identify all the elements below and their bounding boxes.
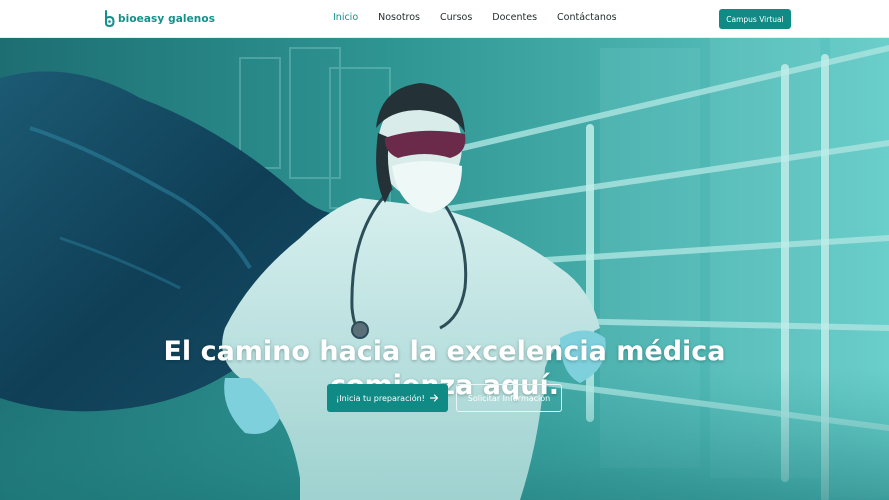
request-information-button[interactable]: Solicitar Información bbox=[456, 384, 562, 412]
site-header: bioeasy galenos Inicio Nosotros Cursos D… bbox=[0, 0, 889, 38]
hero-section: El camino hacia la excelencia médica com… bbox=[0, 38, 889, 500]
nav-item-inicio[interactable]: Inicio bbox=[333, 12, 358, 23]
start-preparation-button[interactable]: ¡Inicia tu preparación! bbox=[327, 384, 448, 412]
nav-item-nosotros[interactable]: Nosotros bbox=[378, 12, 420, 23]
main-nav: Inicio Nosotros Cursos Docentes Contácta… bbox=[333, 12, 637, 23]
nav-item-docentes[interactable]: Docentes bbox=[492, 12, 537, 23]
nav-item-contactanos[interactable]: Contáctanos bbox=[557, 12, 617, 23]
site-logo[interactable]: bioeasy galenos bbox=[104, 10, 215, 27]
nav-item-cursos[interactable]: Cursos bbox=[440, 12, 472, 23]
logo-text: bioeasy galenos bbox=[118, 12, 216, 25]
campus-virtual-button[interactable]: Campus Virtual bbox=[719, 9, 791, 29]
arrow-right-icon bbox=[429, 394, 438, 402]
hero-background-image bbox=[0, 38, 889, 500]
start-preparation-label: ¡Inicia tu preparación! bbox=[336, 393, 425, 403]
hero-title-line-1: El camino hacia la excelencia médica bbox=[163, 336, 726, 367]
logo-icon bbox=[105, 10, 115, 27]
